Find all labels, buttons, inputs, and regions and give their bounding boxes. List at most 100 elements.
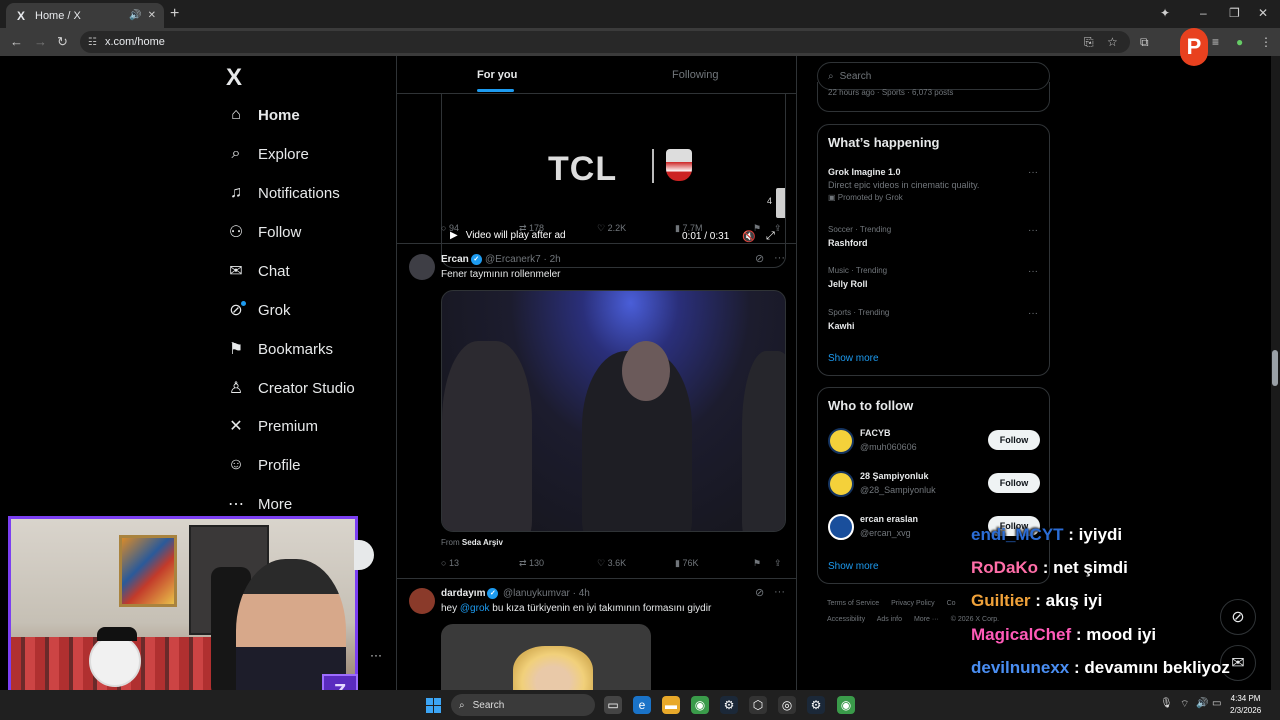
file-explorer-icon[interactable]: ▬ xyxy=(662,696,680,714)
close-window-icon[interactable]: ✕ xyxy=(1258,6,1268,20)
task-view-icon[interactable]: ▭ xyxy=(604,696,622,714)
mic-icon[interactable]: 🎙 xyxy=(1160,698,1173,709)
more-icon[interactable]: ··· xyxy=(774,586,785,598)
scrollbar-thumb[interactable] xyxy=(1272,350,1278,386)
next-video-thumbnail[interactable] xyxy=(776,188,785,218)
avatar[interactable] xyxy=(828,514,854,540)
close-tab-icon[interactable]: ✕ xyxy=(148,10,156,21)
nav-item-grok[interactable]: ⊘ Grok xyxy=(226,296,290,324)
x-logo-icon[interactable]: X xyxy=(226,64,242,92)
grok-fab-icon[interactable]: ⊘ xyxy=(1220,599,1256,635)
nav-item-bookmarks[interactable]: ⚑ Bookmarks xyxy=(226,335,333,363)
like-button[interactable]: ♡ 2.2K xyxy=(597,223,626,234)
footer-link[interactable]: Terms of Service xyxy=(827,600,879,607)
tab-following[interactable]: Following xyxy=(672,69,718,81)
more-icon[interactable]: ··· xyxy=(1028,167,1038,178)
nav-item-follow[interactable]: ⚇ Follow xyxy=(226,218,302,246)
chrome-icon[interactable]: ◉ xyxy=(691,696,709,714)
more-icon[interactable]: ··· xyxy=(1028,308,1038,319)
avatar[interactable] xyxy=(409,588,435,614)
nav-item-premium[interactable]: ✕ Premium xyxy=(226,412,318,440)
reply-button[interactable]: ○ 94 xyxy=(441,223,459,233)
post-handle[interactable]: @lanuykumvar · 4h xyxy=(503,588,590,599)
more-icon[interactable]: ··· xyxy=(1028,266,1038,277)
trend-item[interactable]: Soccer · Trending Rashford ··· xyxy=(828,225,1038,248)
grok-icon[interactable]: ⊘ xyxy=(755,252,764,265)
taskbar-search[interactable]: ⌕ Search xyxy=(451,694,595,716)
maximize-icon[interactable]: ❐ xyxy=(1229,6,1240,20)
reply-button[interactable]: ○ 13 xyxy=(441,558,459,568)
bookmark-icon[interactable]: ⚑ xyxy=(753,558,761,569)
nav-item-notifications[interactable]: ♫ Notifications xyxy=(226,179,340,207)
trend-item[interactable]: Music · Trending Jelly Roll ··· xyxy=(828,266,1038,289)
grok-icon[interactable]: ⊘ xyxy=(755,586,764,599)
url-field[interactable]: ☷ x.com/home xyxy=(80,31,1130,53)
avatar[interactable] xyxy=(828,471,854,497)
footer-link[interactable]: More ··· xyxy=(914,616,939,623)
browser-tab[interactable]: X Home / X 🔊 ✕ xyxy=(6,3,164,28)
views-button[interactable]: ▮ 7.7M xyxy=(675,223,702,234)
nav-item-creator-studio[interactable]: ♙ Creator Studio xyxy=(226,374,355,402)
start-icon[interactable] xyxy=(426,698,441,713)
bookmark-icon[interactable]: ⚑ xyxy=(753,223,761,234)
share-icon[interactable]: ⇪ xyxy=(774,223,782,234)
account-switcher-edge[interactable] xyxy=(354,540,374,570)
wifi-icon[interactable]: ⌔ xyxy=(1180,698,1189,711)
chrome-icon[interactable]: ◉ xyxy=(837,696,855,714)
back-icon[interactable]: ← xyxy=(10,34,23,49)
avatar[interactable] xyxy=(409,254,435,280)
footer-link[interactable]: Accessibility xyxy=(827,616,865,623)
extensions-icon[interactable]: ⧉ xyxy=(1140,35,1149,50)
site-info-icon[interactable]: ☷ xyxy=(88,37,97,48)
trend-item[interactable]: Sports · Trending Kawhi ··· xyxy=(828,308,1038,331)
nav-item-chat[interactable]: ✉ Chat xyxy=(226,257,289,285)
nav-item-more[interactable]: ⋯ More xyxy=(226,490,292,518)
like-button[interactable]: ♡ 3.6K xyxy=(597,558,626,569)
show-more-link[interactable]: Show more xyxy=(828,353,879,364)
show-more-link[interactable]: Show more xyxy=(828,561,879,572)
post-author[interactable]: Ercan ✓ xyxy=(441,254,482,265)
follow-suggestion[interactable]: FACYB @muh060606 Follow xyxy=(828,428,1040,458)
post-image[interactable] xyxy=(441,624,651,690)
nav-item-profile[interactable]: ☺ Profile xyxy=(226,451,301,479)
reading-list-icon[interactable]: ≡ xyxy=(1212,35,1219,49)
app-icon[interactable]: ◎ xyxy=(778,696,796,714)
mention-link[interactable]: @grok xyxy=(460,603,490,614)
views-button[interactable]: ▮ 76K xyxy=(675,558,698,569)
post-author[interactable]: dardayım ✓ xyxy=(441,588,499,599)
tab-for-you[interactable]: For you xyxy=(477,69,517,81)
new-tab-button[interactable]: + xyxy=(170,5,179,23)
battery-icon[interactable]: ▭ xyxy=(1212,698,1221,709)
more-icon[interactable]: ··· xyxy=(774,252,785,264)
post-handle[interactable]: @Ercanerk7 · 2h xyxy=(485,254,561,265)
steam-icon[interactable]: ⚙ xyxy=(720,696,738,714)
footer-link[interactable]: Privacy Policy xyxy=(891,600,935,607)
more-icon[interactable]: ··· xyxy=(1028,225,1038,236)
avatar[interactable] xyxy=(828,428,854,454)
forward-icon[interactable]: → xyxy=(34,34,47,49)
follow-suggestion[interactable]: 28 Şampiyonluk @28_Sampiyonluk Follow xyxy=(828,471,1040,501)
trend-item[interactable]: Grok Imagine 1.0 Direct epic videos in c… xyxy=(828,167,1038,202)
speaker-icon[interactable]: 🔊 xyxy=(129,10,141,21)
nav-item-explore[interactable]: ⌕ Explore xyxy=(226,140,309,168)
extension-badge[interactable]: P xyxy=(1180,28,1208,66)
steam-icon[interactable]: ⚙ xyxy=(807,696,825,714)
menu-icon[interactable]: ⋮ xyxy=(1260,35,1272,49)
account-more-icon[interactable]: ··· xyxy=(370,648,382,662)
clock[interactable]: 4:34 PM 2/3/2026 xyxy=(1230,693,1261,717)
follow-button[interactable]: Follow xyxy=(988,473,1040,493)
cast-icon[interactable]: ⎘ xyxy=(1084,35,1094,50)
footer-link[interactable]: Ads info xyxy=(877,616,902,623)
share-icon[interactable]: ⇪ xyxy=(774,558,782,569)
ad-video-player[interactable]: TCL 4 ▶ Video will play after ad 0:01 / … xyxy=(441,94,786,268)
repost-button[interactable]: ⇄ 130 xyxy=(519,558,544,569)
profile-icon[interactable]: ● xyxy=(1236,35,1243,49)
nav-item-home[interactable]: ⌂ Home xyxy=(226,101,300,129)
follow-button[interactable]: Follow xyxy=(988,430,1040,450)
reload-icon[interactable]: ↻ xyxy=(57,34,68,50)
copilot-icon[interactable]: ✦ xyxy=(1160,6,1170,20)
bookmark-star-icon[interactable]: ☆ xyxy=(1107,35,1118,49)
post-video[interactable] xyxy=(441,290,786,532)
footer-link[interactable]: Co xyxy=(947,600,956,607)
volume-icon[interactable]: 🔊 xyxy=(1196,698,1208,709)
